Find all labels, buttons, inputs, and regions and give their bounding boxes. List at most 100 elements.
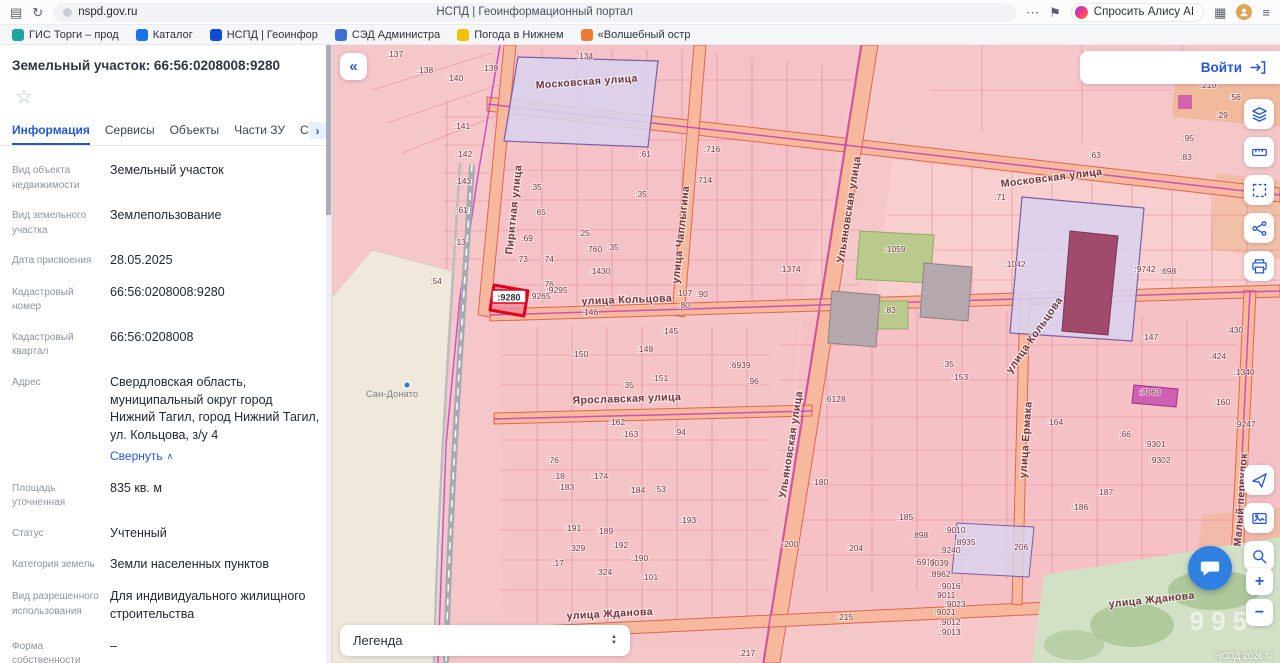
parcel-label: :96 bbox=[747, 376, 759, 386]
field-label: Кадастровый квартал bbox=[12, 329, 110, 360]
print-icon bbox=[1251, 258, 1268, 275]
tabs-scroll-right-button[interactable]: › bbox=[309, 122, 326, 139]
field-row: АдресСвердловская область, муниципальный… bbox=[12, 374, 321, 466]
parcel-label: :148 bbox=[637, 344, 654, 354]
area-button[interactable] bbox=[1244, 175, 1274, 205]
parcel-label: :186 bbox=[1072, 502, 1089, 512]
cadastral-map-canvas[interactable]: Сан-Донато Московская улицаМосковская ул… bbox=[332, 45, 1280, 663]
parcel-label: :162 bbox=[609, 417, 626, 427]
panorama-button[interactable] bbox=[1244, 503, 1274, 533]
parcel-label: :9240 bbox=[939, 545, 961, 555]
parcel-label: :35 bbox=[607, 242, 619, 252]
menu-icon[interactable]: ≡ bbox=[1262, 6, 1270, 19]
parcel-label: :7060 bbox=[1139, 387, 1161, 397]
bookmark-item[interactable]: Погода в Нижнем bbox=[457, 29, 563, 41]
bookmark-item[interactable]: НСПД | Геоинфор bbox=[210, 29, 318, 41]
login-label: Войти bbox=[1201, 60, 1242, 75]
field-label: Кадастровый номер bbox=[12, 284, 110, 315]
parcel-label: :80 bbox=[678, 300, 690, 310]
layers-icon bbox=[1251, 106, 1268, 123]
bookmarks-bar: ГИС Торги – прод Каталог НСПД | Геоинфор СЭ… bbox=[0, 25, 1280, 45]
parcel-label: :71 bbox=[994, 192, 1006, 202]
station-marker bbox=[404, 382, 410, 388]
parcel-label: :69 bbox=[521, 233, 533, 243]
bookmark-item[interactable]: «Волшебный остр bbox=[581, 29, 691, 41]
parcel-label: :107 bbox=[676, 288, 693, 298]
field-value: 28.05.2025 bbox=[110, 252, 173, 270]
alice-orb-icon bbox=[1075, 6, 1088, 19]
parcel-label: :184 bbox=[629, 485, 646, 495]
page-heading: Земельный участок: 66:56:0208008:9280 bbox=[12, 58, 317, 73]
parcel-label: :1059 bbox=[884, 244, 906, 254]
parcel-label: :760 bbox=[586, 244, 603, 254]
panel-tab-2[interactable]: Объекты bbox=[170, 115, 220, 145]
panel-tab-0[interactable]: Информация bbox=[12, 115, 90, 145]
parcel-label: :324 bbox=[596, 567, 613, 577]
search-object-button[interactable] bbox=[1244, 541, 1274, 571]
bookmark-flag-icon[interactable]: ⚑ bbox=[1049, 6, 1061, 19]
refresh-icon[interactable]: ↻ bbox=[32, 6, 43, 19]
bookmark-label: «Волшебный остр bbox=[598, 29, 691, 41]
map-area: Сан-Донато Московская улицаМосковская ул… bbox=[332, 45, 1280, 663]
field-value: 66:56:0208008:9280 bbox=[110, 284, 225, 315]
parcel-label: :204 bbox=[847, 543, 864, 553]
favorite-star-icon[interactable]: ☆ bbox=[12, 85, 36, 109]
bookmark-label: Погода в Нижнем bbox=[474, 29, 563, 41]
parcel-label: :424 bbox=[1210, 351, 1227, 361]
field-row: Вид объекта недвижимостиЗемельный участо… bbox=[12, 162, 321, 193]
parcel-label: :35 bbox=[530, 182, 542, 192]
field-label: Вид разрешенного использования bbox=[12, 588, 110, 624]
parcel-label: :18 bbox=[553, 471, 565, 481]
more-icon[interactable]: ⋯ bbox=[1026, 6, 1039, 19]
panel-scrollbar[interactable] bbox=[326, 45, 331, 663]
print-button[interactable] bbox=[1244, 251, 1274, 281]
parcel-label: :329 bbox=[569, 543, 586, 553]
field-label: Дата присвоения bbox=[12, 252, 110, 270]
parcel-label: :73 bbox=[516, 254, 528, 264]
avatar[interactable] bbox=[1236, 4, 1252, 20]
panels-icon[interactable]: ▦ bbox=[1214, 6, 1226, 19]
field-label: Вид объекта недвижимости bbox=[12, 162, 110, 193]
parcel-label: :191 bbox=[565, 523, 582, 533]
panel-tab-1[interactable]: Сервисы bbox=[105, 115, 155, 145]
bookmark-item[interactable]: СЭД Администра bbox=[335, 29, 440, 41]
parcel-label: :180 bbox=[812, 477, 829, 487]
parcel-label: :1340 bbox=[1233, 367, 1255, 377]
field-label: Форма собственности bbox=[12, 638, 110, 663]
locate-button[interactable] bbox=[1244, 465, 1274, 495]
panel-tab-3[interactable]: Части ЗУ bbox=[234, 115, 285, 145]
legend-toggle-icon[interactable]: ▲ ▼ bbox=[611, 635, 617, 646]
share-button[interactable] bbox=[1244, 213, 1274, 243]
bookmark-label: ГИС Торги – прод bbox=[29, 29, 119, 41]
selected-parcel-label: :9280 bbox=[492, 290, 526, 303]
parcel-label: :215 bbox=[837, 612, 854, 622]
bookmark-item[interactable]: ГИС Торги – прод bbox=[12, 29, 119, 41]
alice-button[interactable]: Спросить Алису AI bbox=[1071, 3, 1204, 22]
chat-button[interactable] bbox=[1188, 546, 1232, 590]
panel-collapse-button[interactable]: « bbox=[340, 53, 367, 80]
parcel-label: :9013 bbox=[939, 627, 961, 637]
legend-bar[interactable]: Легенда ▲ ▼ bbox=[340, 625, 630, 656]
layers-button[interactable] bbox=[1244, 99, 1274, 129]
collapse-address-link[interactable]: Свернуть∧ bbox=[110, 448, 173, 465]
field-row: Кадастровый квартал66:56:0208008 bbox=[12, 329, 321, 360]
bookmark-favicon bbox=[335, 29, 347, 41]
parcel-label: :35 bbox=[635, 189, 647, 199]
parcel-label: :83 bbox=[1180, 152, 1192, 162]
parcel-label: :134 bbox=[577, 51, 594, 61]
parcel-label: :698 bbox=[1160, 266, 1177, 276]
login-button[interactable]: Войти bbox=[1080, 51, 1280, 84]
sidebar-icon[interactable]: ▤ bbox=[10, 6, 22, 19]
parcel-label: :17 bbox=[552, 558, 564, 568]
zoom-in-button[interactable]: + bbox=[1246, 568, 1273, 595]
parcel-label: :192 bbox=[612, 540, 629, 550]
field-row: Вид разрешенного использованияДля индиви… bbox=[12, 588, 321, 624]
parcel-label: :76 bbox=[547, 455, 559, 465]
parcel-label: :151 bbox=[652, 373, 669, 383]
parcel-label: :25 bbox=[578, 228, 590, 238]
address-bar[interactable]: nspd.gov.ru НСПД | Геоинформационный пор… bbox=[53, 3, 1016, 22]
parcel-label: :83 bbox=[884, 305, 896, 315]
ruler-button[interactable] bbox=[1244, 137, 1274, 167]
scrollbar-thumb[interactable] bbox=[326, 45, 331, 215]
bookmark-item[interactable]: Каталог bbox=[136, 29, 193, 41]
